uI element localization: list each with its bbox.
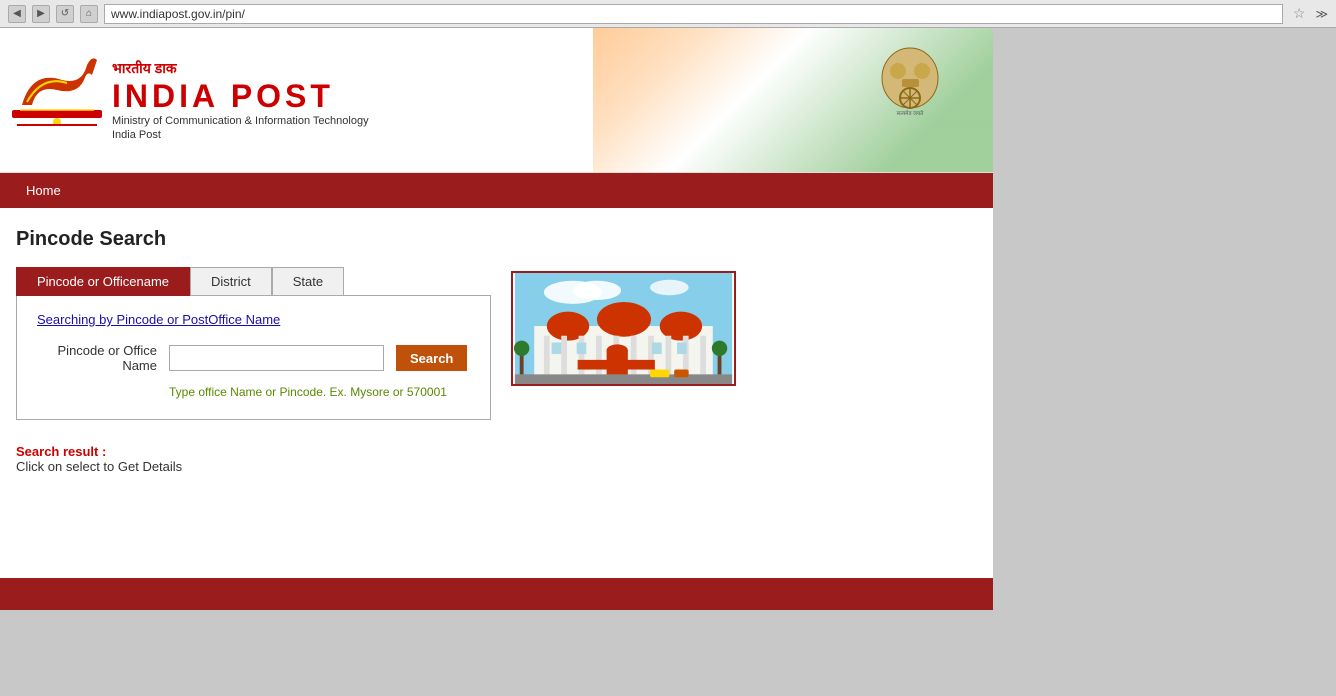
- result-subtitle: Click on select to Get Details: [16, 459, 977, 474]
- bookmark-icon[interactable]: ☆: [1293, 5, 1306, 22]
- right-gray-area: [993, 28, 1336, 610]
- website-container: भारतीय डाक INDIA POST Ministry of Commun…: [0, 28, 993, 610]
- header-logo: भारतीय डाक INDIA POST Ministry of Commun…: [12, 50, 369, 150]
- ashoka-emblem: सत्यमेव जयते: [878, 43, 943, 121]
- tab-state[interactable]: State: [272, 267, 344, 296]
- english-logo-text: INDIA POST: [112, 78, 369, 115]
- hint-text: Type office Name or Pincode. Ex. Mysore …: [169, 385, 470, 399]
- page-title: Pincode Search: [16, 228, 977, 251]
- back-button[interactable]: ◀: [8, 5, 26, 23]
- forward-button[interactable]: ▶: [32, 5, 50, 23]
- tab-pincode[interactable]: Pincode or Officename: [16, 267, 190, 296]
- search-button[interactable]: Search: [396, 345, 467, 371]
- svg-text:सत्यमेव जयते: सत्यमेव जयते: [897, 110, 924, 117]
- search-instructions-link[interactable]: Searching by Pincode or PostOffice Name: [37, 312, 470, 327]
- hindi-logo-text: भारतीय डाक: [112, 59, 369, 78]
- pincode-input[interactable]: [169, 345, 384, 371]
- site-header: भारतीय डाक INDIA POST Ministry of Commun…: [0, 28, 993, 173]
- post-office-image: [511, 271, 736, 386]
- india-post-label: India Post: [112, 129, 369, 141]
- search-section: Pincode or Officename District State Sea…: [16, 267, 491, 420]
- site-footer: [0, 578, 993, 610]
- search-result: Search result : Click on select to Get D…: [16, 444, 977, 474]
- logo-text-block: भारतीय डाक INDIA POST Ministry of Commun…: [112, 59, 369, 141]
- nav-bar: Home: [0, 173, 993, 208]
- search-form-box: Searching by Pincode or PostOffice Name …: [16, 295, 491, 420]
- menu-icon[interactable]: ≫: [1315, 7, 1328, 21]
- form-row: Pincode or Office Name Search: [37, 343, 470, 373]
- refresh-button[interactable]: ↺: [56, 5, 74, 23]
- india-post-logo-icon: [12, 50, 102, 150]
- ministry-text: Ministry of Communication & Information …: [112, 115, 369, 127]
- form-label: Pincode or Office Name: [37, 343, 157, 373]
- home-button[interactable]: ⌂: [80, 5, 98, 23]
- content-area: Pincode or Officename District State Sea…: [16, 267, 977, 420]
- tab-district[interactable]: District: [190, 267, 272, 296]
- main-content: Pincode Search Pincode or Officename Dis…: [0, 208, 993, 558]
- tabs-container: Pincode or Officename District State: [16, 267, 491, 296]
- address-bar[interactable]: [104, 4, 1283, 24]
- nav-home[interactable]: Home: [12, 177, 75, 204]
- result-title: Search result :: [16, 444, 977, 459]
- browser-chrome: ◀ ▶ ↺ ⌂ ☆ ≫: [0, 0, 1336, 28]
